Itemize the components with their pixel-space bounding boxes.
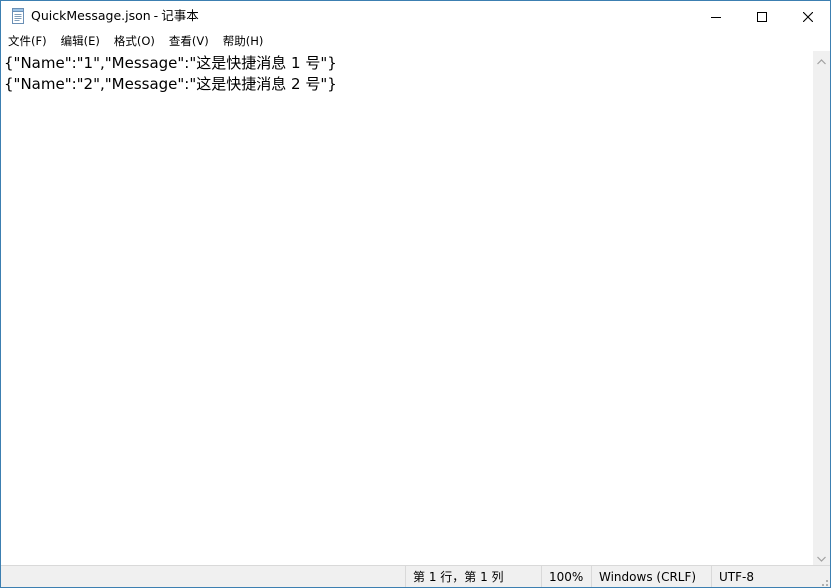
- status-line-ending: Windows (CRLF): [591, 566, 711, 587]
- menu-edit[interactable]: 编辑(E): [54, 32, 107, 51]
- notepad-icon: [11, 8, 25, 24]
- title-app-name: 记事本: [161, 8, 199, 23]
- status-bar: 第 1 行，第 1 列 100% Windows (CRLF) UTF-8: [1, 565, 830, 587]
- maximize-button[interactable]: [739, 1, 785, 32]
- minimize-icon: [711, 7, 721, 26]
- title-bar[interactable]: QuickMessage.json - 记事本: [1, 1, 830, 32]
- menu-format[interactable]: 格式(O): [107, 32, 162, 51]
- menu-view[interactable]: 查看(V): [162, 32, 216, 51]
- notepad-window: QuickMessage.json - 记事本 文件(F) 编辑(E) 格式(O) …: [0, 0, 831, 588]
- title-file-name: QuickMessage.json: [31, 8, 151, 23]
- menu-help[interactable]: 帮助(H): [216, 32, 271, 51]
- status-zoom: 100%: [541, 566, 591, 587]
- scroll-down-button[interactable]: [813, 548, 830, 565]
- title-separator: -: [153, 8, 159, 23]
- editor-line[interactable]: {"Name":"2","Message":"这是快捷消息 2 号"}: [4, 74, 337, 95]
- chevron-down-icon: [817, 547, 826, 566]
- menu-file[interactable]: 文件(F): [1, 32, 54, 51]
- editor-line[interactable]: {"Name":"1","Message":"这是快捷消息 1 号"}: [4, 53, 337, 74]
- status-encoding: UTF-8: [711, 566, 830, 587]
- close-icon: [802, 7, 814, 26]
- text-editor[interactable]: {"Name":"1","Message":"这是快捷消息 1 号"} {"Na…: [1, 51, 813, 565]
- status-cursor-position: 第 1 行，第 1 列: [405, 566, 541, 587]
- close-button[interactable]: [785, 1, 830, 32]
- menu-bar: 文件(F) 编辑(E) 格式(O) 查看(V) 帮助(H): [1, 32, 830, 51]
- maximize-icon: [757, 7, 767, 26]
- scroll-up-button[interactable]: [813, 51, 830, 68]
- vertical-scrollbar[interactable]: [813, 51, 830, 565]
- resize-grip-icon[interactable]: [818, 575, 828, 586]
- window-title: QuickMessage.json - 记事本: [31, 8, 199, 24]
- chevron-up-icon: [817, 50, 826, 69]
- minimize-button[interactable]: [693, 1, 739, 32]
